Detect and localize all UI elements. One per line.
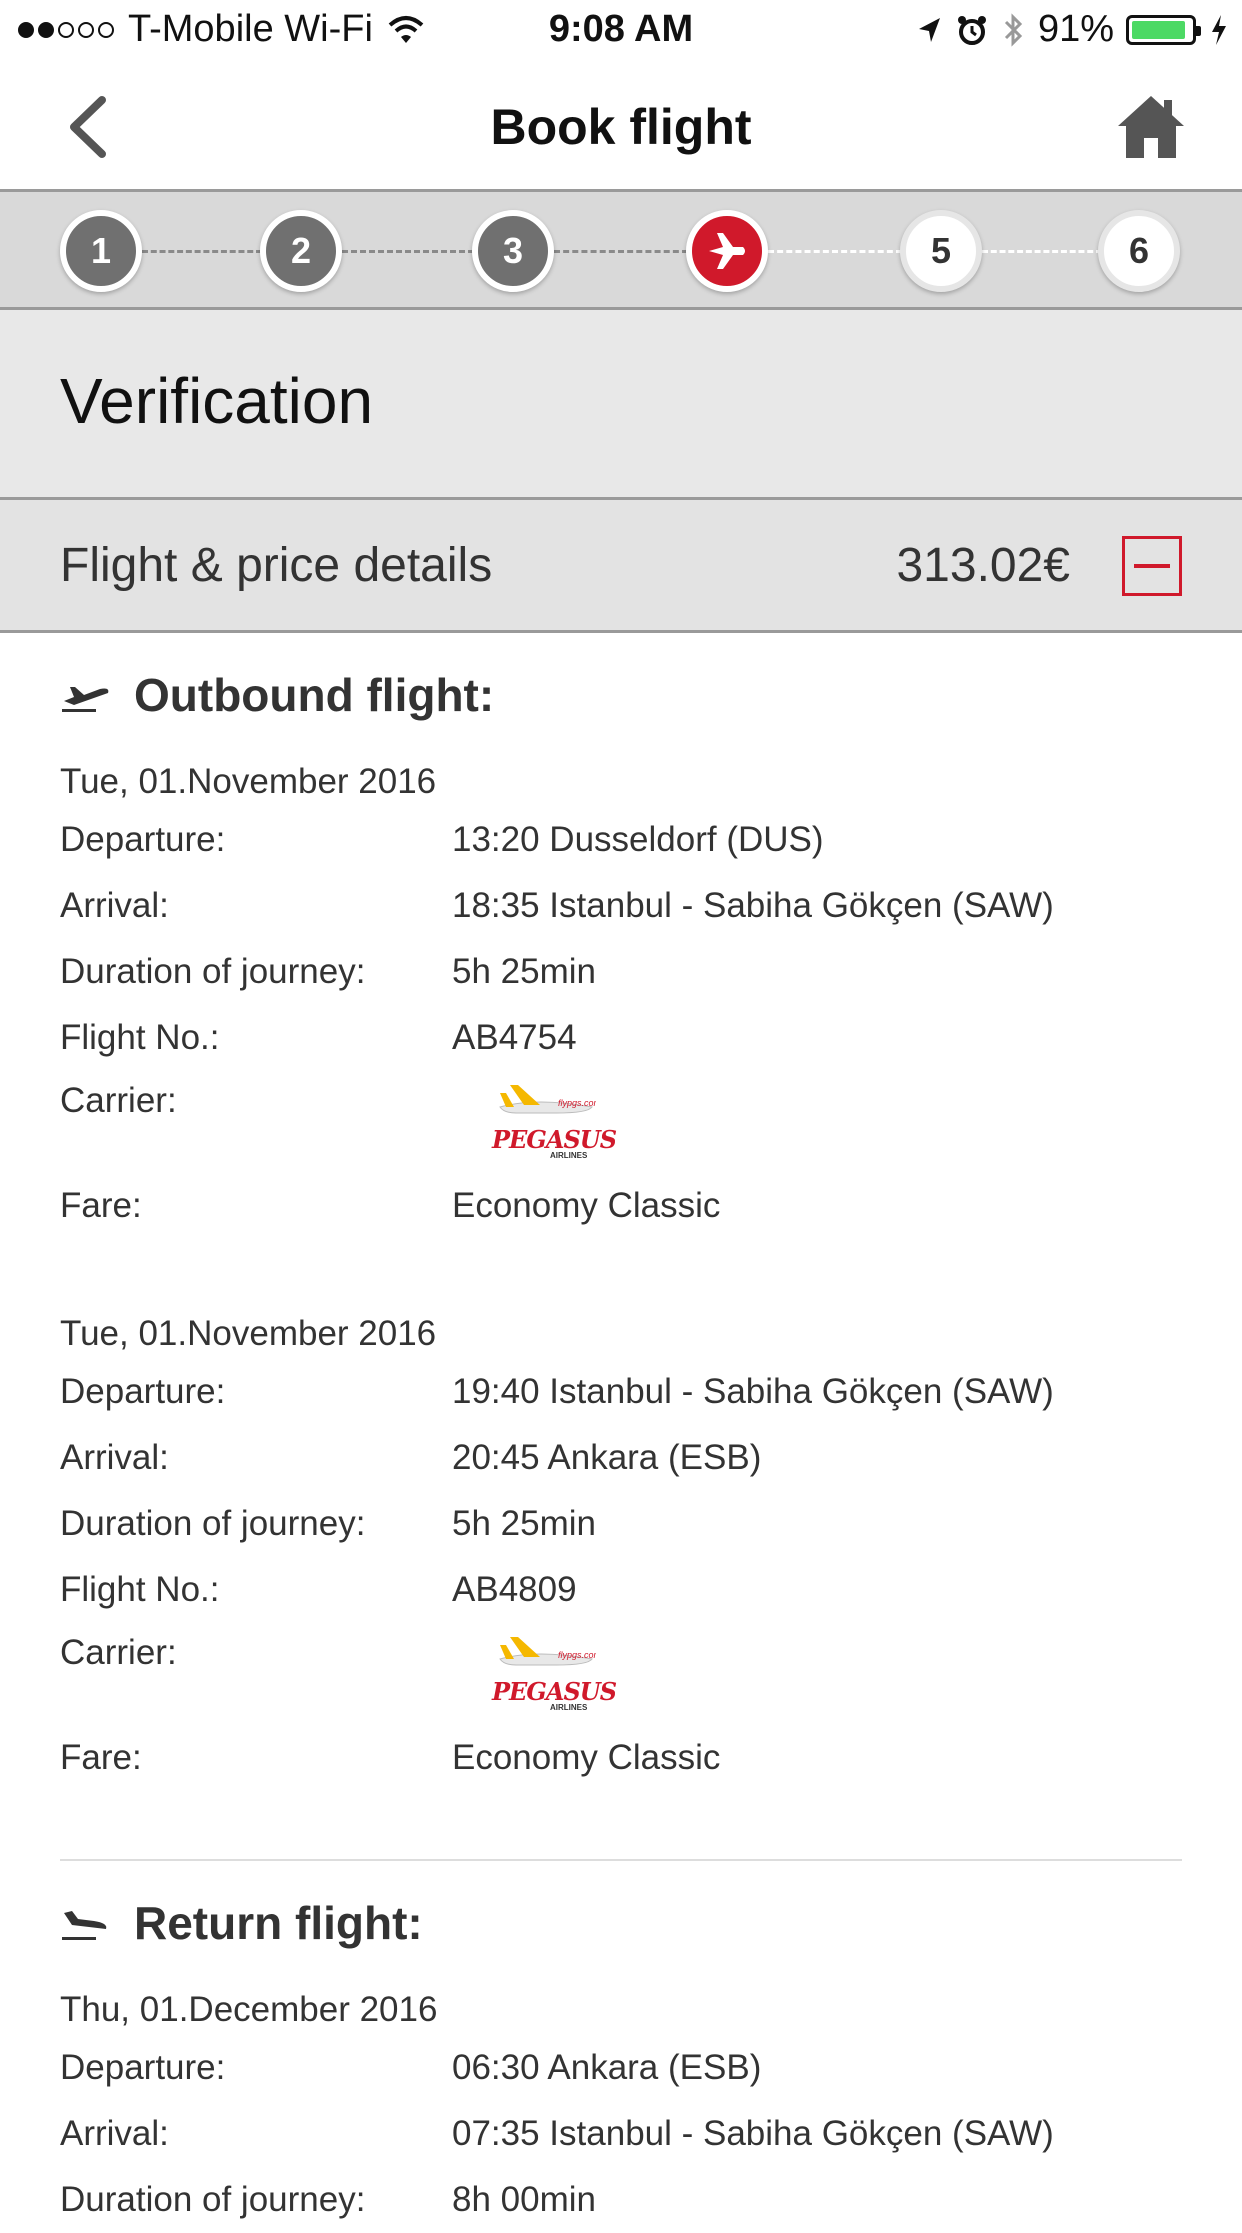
step-connector (142, 250, 262, 253)
navigation-bar: Book flight (0, 62, 1242, 192)
arrival-label: Arrival: (60, 2114, 169, 2153)
flight-no-label: Flight No.: (60, 1570, 220, 1609)
carrier-logo-text: PEGASUS (492, 1125, 617, 1154)
step-6: 6 (1098, 210, 1180, 292)
booking-progress-stepper: 1 2 3 5 6 (0, 192, 1242, 310)
arrival-value: 07:35 Istanbul - Sabiha Gökçen (SAW) (452, 2114, 1054, 2153)
price-details-bar[interactable]: Flight & price details 313.02€ (0, 500, 1242, 633)
leg-date: Tue, 01.November 2016 (60, 762, 437, 801)
departure-row: Departure: 19:40 Istanbul - Sabiha Gökçe… (60, 1359, 1182, 1425)
fare-value: Economy Classic (452, 1186, 721, 1225)
duration-value: 8h 00min (452, 2180, 596, 2219)
leg-date: Tue, 01.November 2016 (60, 1314, 437, 1353)
return-title: Return flight: (134, 1897, 423, 1949)
carrier-row: Carrier: flypgs.com PEGASUS AIRLINES (60, 1623, 1182, 1727)
departure-label: Departure: (60, 820, 226, 859)
arrival-row: Arrival: 07:35 Istanbul - Sabiha Gökçen … (60, 2101, 1182, 2167)
outbound-heading: Outbound flight: (60, 633, 1182, 757)
arrival-value: 18:35 Istanbul - Sabiha Gökçen (SAW) (452, 886, 1054, 925)
step-connector (768, 250, 902, 253)
flight-no-value: AB4754 (452, 1018, 577, 1057)
departure-value: 06:30 Ankara (ESB) (452, 2048, 762, 2087)
arrival-row: Arrival: 18:35 Istanbul - Sabiha Gökçen … (60, 873, 1182, 939)
departure-value: 19:40 Istanbul - Sabiha Gökçen (SAW) (452, 1372, 1054, 1411)
duration-label: Duration of journey: (60, 2180, 366, 2219)
departure-label: Departure: (60, 1372, 226, 1411)
arrival-label: Arrival: (60, 1438, 169, 1477)
flight-no-row: Flight No.: AB4754 (60, 1005, 1182, 1071)
departure-label: Departure: (60, 2048, 226, 2087)
svg-text:flypgs.com: flypgs.com (558, 1650, 596, 1660)
carrier-logo-subtext: AIRLINES (550, 1703, 588, 1712)
section-header: Verification (0, 310, 1242, 500)
step-3[interactable]: 3 (472, 210, 554, 292)
fare-value: Economy Classic (452, 1738, 721, 1777)
charging-bolt-icon (1212, 14, 1226, 45)
fare-row: Fare: Economy Classic (60, 1175, 1182, 1237)
battery-percent: 91% (1037, 8, 1114, 50)
fare-label: Fare: (60, 1738, 142, 1777)
price-details-label: Flight & price details (60, 539, 493, 592)
return-heading: Return flight: (60, 1861, 1182, 1985)
outbound-leg-1: Tue, 01.November 2016 Departure: 13:20 D… (60, 757, 1182, 1237)
airplane-icon (709, 233, 745, 269)
battery-level (1132, 20, 1185, 39)
price-total: 313.02€ (896, 539, 1070, 592)
flight-no-value: AB4809 (452, 1570, 577, 1609)
departure-value: 13:20 Dusseldorf (DUS) (452, 820, 824, 859)
collapse-minus-icon[interactable] (1122, 536, 1182, 596)
duration-row: Duration of journey: 5h 25min (60, 1491, 1182, 1557)
flight-no-row: Flight No.: AB4809 (60, 1557, 1182, 1623)
duration-row: Duration of journey: 5h 25min (60, 939, 1182, 1005)
step-1[interactable]: 1 (60, 210, 142, 292)
arrival-row: Arrival: 20:45 Ankara (ESB) (60, 1425, 1182, 1491)
carrier-row: Carrier: flypgs.com PEGASUS AIRLINES (60, 1071, 1182, 1175)
duration-value: 5h 25min (452, 1504, 596, 1543)
battery-icon (1126, 14, 1201, 45)
step-connector (982, 250, 1102, 253)
outbound-title: Outbound flight: (134, 669, 495, 721)
home-icon[interactable] (1116, 92, 1186, 162)
takeoff-icon (62, 687, 109, 712)
return-leg-1: Thu, 01.December 2016 Departure: 06:30 A… (60, 1985, 1182, 2233)
arrival-value: 20:45 Ankara (ESB) (452, 1438, 762, 1477)
airplane-logo-icon: flypgs.com (499, 1637, 596, 1666)
location-arrow-icon (918, 17, 940, 42)
carrier-logo-text: PEGASUS (492, 1677, 617, 1706)
duration-value: 5h 25min (452, 952, 596, 991)
bluetooth-icon (1004, 12, 1023, 47)
step-2[interactable]: 2 (260, 210, 342, 292)
step-5: 5 (900, 210, 982, 292)
pegasus-logo: flypgs.com PEGASUS AIRLINES (492, 1633, 617, 1712)
duration-label: Duration of journey: (60, 952, 366, 991)
fare-label: Fare: (60, 1186, 142, 1225)
carrier-label: Carrier: (60, 1633, 177, 1672)
step-connector (554, 250, 688, 253)
landing-icon (62, 1911, 107, 1940)
step-4-current (686, 210, 768, 292)
airplane-logo-icon: flypgs.com (499, 1085, 596, 1114)
status-right: 91% (902, 8, 1228, 51)
departure-row: Departure: 13:20 Dusseldorf (DUS) (60, 807, 1182, 873)
departure-row: Departure: 06:30 Ankara (ESB) (60, 2035, 1182, 2101)
svg-text:flypgs.com: flypgs.com (558, 1098, 596, 1108)
duration-label: Duration of journey: (60, 1504, 366, 1543)
step-connector (342, 250, 474, 253)
outbound-leg-2: Tue, 01.November 2016 Departure: 19:40 I… (60, 1309, 1182, 1789)
alarm-clock-icon (957, 15, 986, 45)
status-bar: T-Mobile Wi-Fi 9:08 AM 91% (0, 0, 1242, 62)
duration-row: Duration of journey: 8h 00min (60, 2167, 1182, 2233)
page-title: Book flight (490, 99, 752, 155)
flight-no-label: Flight No.: (60, 1018, 220, 1057)
carrier-label: Carrier: (60, 1081, 177, 1120)
carrier-logo-subtext: AIRLINES (550, 1151, 588, 1160)
pegasus-logo: flypgs.com PEGASUS AIRLINES (492, 1081, 617, 1160)
section-title: Verification (60, 365, 374, 437)
leg-date: Thu, 01.December 2016 (60, 1990, 438, 2029)
arrival-label: Arrival: (60, 886, 169, 925)
fare-row: Fare: Economy Classic (60, 1727, 1182, 1789)
flight-details: Outbound flight: Tue, 01.November 2016 D… (60, 633, 1182, 2233)
